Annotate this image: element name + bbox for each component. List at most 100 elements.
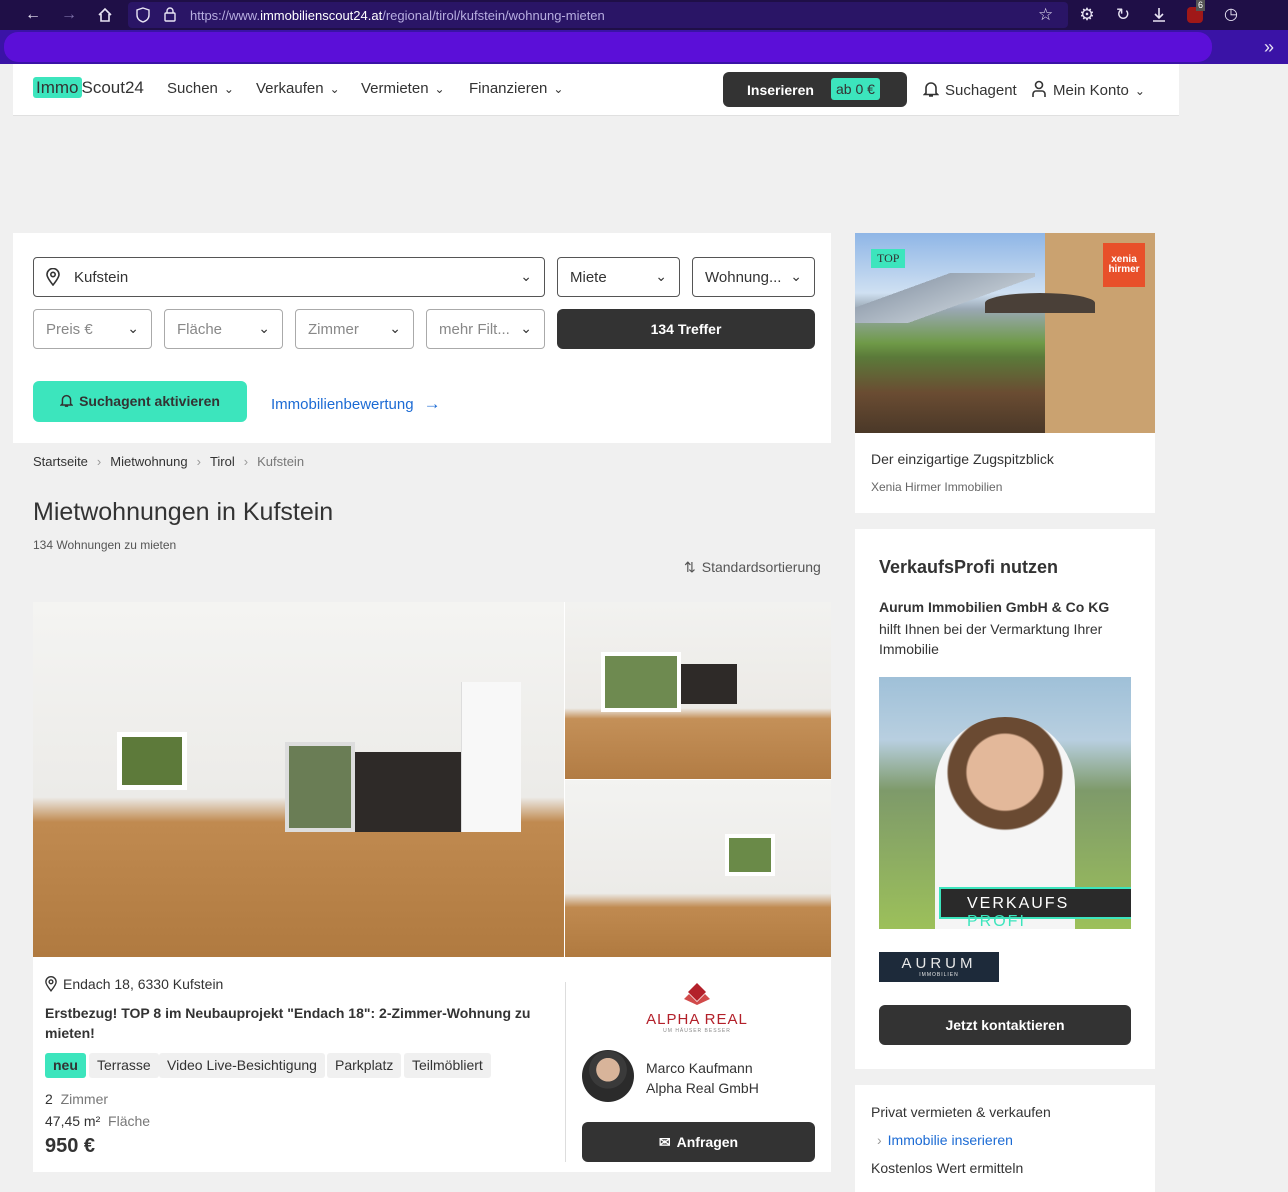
forward-icon[interactable]: → bbox=[58, 4, 80, 26]
results-button[interactable]: 134 Treffer bbox=[557, 309, 815, 349]
immobilienbewertung-link[interactable]: Immobilienbewertung → bbox=[271, 394, 441, 414]
breadcrumb-startseite[interactable]: Startseite bbox=[33, 454, 88, 469]
top-ad-title[interactable]: Der einzigartige Zugspitzblick bbox=[871, 451, 1054, 467]
site-logo[interactable]: Immo Scout24 bbox=[33, 77, 144, 98]
site-header: Immo Scout24 Suchen ⌄ Verkaufen ⌄ Vermieten… bbox=[13, 64, 1179, 116]
home-icon[interactable] bbox=[94, 4, 116, 26]
sidebar-links-card: Privat vermieten & verkaufen › Immobilie … bbox=[855, 1085, 1155, 1192]
download-icon[interactable] bbox=[1148, 4, 1170, 26]
menu-verkaufen[interactable]: Verkaufen ⌄ bbox=[256, 80, 340, 97]
envelope-icon: ✉ bbox=[658, 1134, 671, 1150]
window-image bbox=[117, 732, 187, 790]
suchagent-link[interactable]: Suchagent bbox=[922, 80, 1017, 102]
chevron-right-icon: › bbox=[196, 454, 201, 469]
sort-arrows-icon: ⇅ bbox=[684, 559, 696, 575]
agent-avatar bbox=[582, 1050, 634, 1102]
chevron-down-icon: ⌄ bbox=[553, 82, 564, 96]
browser-toolbar: ← → https://www.immobilienscout24.at/reg… bbox=[0, 0, 1288, 30]
rooms: 2 Zimmer bbox=[45, 1091, 109, 1107]
verkaufsprofi-company: Aurum Immobilien GmbH & Co KG bbox=[879, 599, 1110, 615]
history-icon[interactable]: ◷ bbox=[1220, 4, 1242, 26]
wert-ermitteln-link[interactable]: Kostenlos Wert ermitteln bbox=[871, 1160, 1023, 1176]
flaeche-filter[interactable]: Fläche ⌄ bbox=[164, 309, 283, 349]
top-ad-card[interactable]: TOP xenia hirmer Der einzigartige Zugspi… bbox=[855, 233, 1155, 513]
aurum-logo: AURUM IMMOBILIEN bbox=[879, 952, 999, 982]
tag-video: Video Live-Besichtigung bbox=[159, 1053, 325, 1078]
gear-icon[interactable]: ⚙ bbox=[1076, 4, 1098, 26]
result-count: 134 Wohnungen zu mieten bbox=[33, 538, 177, 552]
sort-button[interactable]: ⇅ Standardsortierung bbox=[684, 559, 821, 576]
menu-suchen[interactable]: Suchen ⌄ bbox=[167, 80, 234, 97]
window-image bbox=[725, 834, 775, 876]
overflow-chevron-icon[interactable]: » bbox=[1258, 36, 1280, 58]
preis-label: Preis € bbox=[46, 321, 93, 338]
shield-icon[interactable] bbox=[136, 7, 150, 28]
verkaufsprofi-description: hilft Ihnen bei der Vermarktung Ihrer Im… bbox=[879, 621, 1103, 657]
star-icon[interactable]: ☆ bbox=[1038, 5, 1053, 25]
jetzt-kontaktieren-button[interactable]: Jetzt kontaktieren bbox=[879, 1005, 1131, 1045]
listing-card[interactable]: Endach 18, 6330 Kufstein Erstbezug! TOP … bbox=[33, 602, 831, 1172]
lock-icon[interactable] bbox=[164, 7, 176, 27]
category-select[interactable]: Wohnung... ⌄ bbox=[692, 257, 815, 297]
area: 47,45 m² Fläche bbox=[45, 1113, 151, 1129]
inserieren-label: Inserieren bbox=[747, 82, 814, 98]
preis-filter[interactable]: Preis € ⌄ bbox=[33, 309, 152, 349]
extension-icon[interactable]: 6 bbox=[1184, 0, 1206, 26]
user-icon bbox=[1031, 80, 1047, 102]
price: 950 € bbox=[45, 1135, 96, 1157]
menu-vermieten[interactable]: Vermieten ⌄ bbox=[361, 80, 445, 97]
chevron-right-icon: › bbox=[877, 1132, 882, 1148]
verkaufsprofi-title: VerkaufsProfi nutzen bbox=[879, 557, 1059, 577]
menu-finanzieren[interactable]: Finanzieren ⌄ bbox=[469, 80, 563, 97]
divider bbox=[565, 982, 566, 1162]
verkaufsprofi-photo: VERKAUFS PROFI bbox=[879, 677, 1131, 929]
more-filters-label: mehr Filt... bbox=[439, 321, 510, 338]
breadcrumb-kufstein: Kufstein bbox=[257, 454, 305, 469]
top-badge: TOP bbox=[871, 249, 906, 268]
verkaufsprofi-banner: VERKAUFS PROFI bbox=[939, 887, 1131, 929]
parasol-image bbox=[985, 293, 1095, 313]
tag-parkplatz: Parkplatz bbox=[327, 1053, 402, 1078]
chevron-right-icon: › bbox=[243, 454, 249, 469]
flaeche-label: Fläche bbox=[177, 321, 223, 338]
more-filters[interactable]: mehr Filt... ⌄ bbox=[426, 309, 545, 349]
tag-terrasse: Terrasse bbox=[89, 1053, 159, 1078]
suchagent-aktivieren-button[interactable]: Suchagent aktivieren bbox=[33, 381, 247, 422]
chevron-down-icon: ⌄ bbox=[790, 268, 802, 284]
listing-main-photo[interactable] bbox=[33, 602, 564, 957]
category-value: Wohnung... bbox=[705, 269, 782, 286]
redaction-scribble bbox=[4, 32, 1212, 62]
back-icon[interactable]: ← bbox=[22, 4, 44, 26]
window-image bbox=[601, 652, 681, 712]
location-pin-icon bbox=[45, 976, 57, 995]
kitchen-image bbox=[355, 752, 465, 832]
cabinet-image bbox=[461, 682, 521, 832]
mein-konto-menu[interactable]: Mein Konto ⌄ bbox=[1031, 80, 1145, 102]
breadcrumb-mietwohnung[interactable]: Mietwohnung bbox=[110, 454, 187, 469]
listing-title[interactable]: Erstbezug! TOP 8 im Neubauprojekt "Endac… bbox=[45, 1003, 545, 1043]
breadcrumb-tirol[interactable]: Tirol bbox=[210, 454, 235, 469]
reload-icon[interactable]: ↻ bbox=[1112, 4, 1134, 26]
bell-icon bbox=[59, 383, 74, 424]
chevron-down-icon: ⌄ bbox=[434, 82, 445, 96]
xenia-logo: xenia hirmer bbox=[1103, 243, 1145, 287]
listing-photo-3[interactable] bbox=[565, 780, 831, 957]
immobilie-inserieren-link[interactable]: › Immobilie inserieren bbox=[871, 1132, 1013, 1148]
top-ad-sub: Xenia Hirmer Immobilien bbox=[871, 480, 1003, 494]
location-value: Kufstein bbox=[74, 269, 129, 286]
location-input[interactable]: Kufstein ⌄ bbox=[33, 257, 545, 297]
inserieren-button[interactable]: Inserieren ab 0 € bbox=[723, 72, 907, 107]
miete-select[interactable]: Miete ⌄ bbox=[557, 257, 680, 297]
chevron-down-icon: ⌄ bbox=[258, 320, 270, 336]
price-badge: ab 0 € bbox=[831, 78, 880, 100]
address-bar[interactable]: https://www.immobilienscout24.at/regiona… bbox=[128, 2, 1068, 28]
privat-vermieten-link[interactable]: Privat vermieten & verkaufen bbox=[871, 1104, 1051, 1120]
anfragen-button[interactable]: ✉ Anfragen bbox=[582, 1122, 815, 1162]
chevron-right-icon: › bbox=[96, 454, 102, 469]
zimmer-filter[interactable]: Zimmer ⌄ bbox=[295, 309, 414, 349]
ad-placeholder bbox=[13, 117, 1179, 233]
chevron-down-icon: ⌄ bbox=[329, 82, 340, 96]
browser-chrome: ← → https://www.immobilienscout24.at/reg… bbox=[0, 0, 1288, 64]
listing-photo-2[interactable] bbox=[565, 602, 831, 779]
listing-address: Endach 18, 6330 Kufstein bbox=[45, 976, 223, 995]
